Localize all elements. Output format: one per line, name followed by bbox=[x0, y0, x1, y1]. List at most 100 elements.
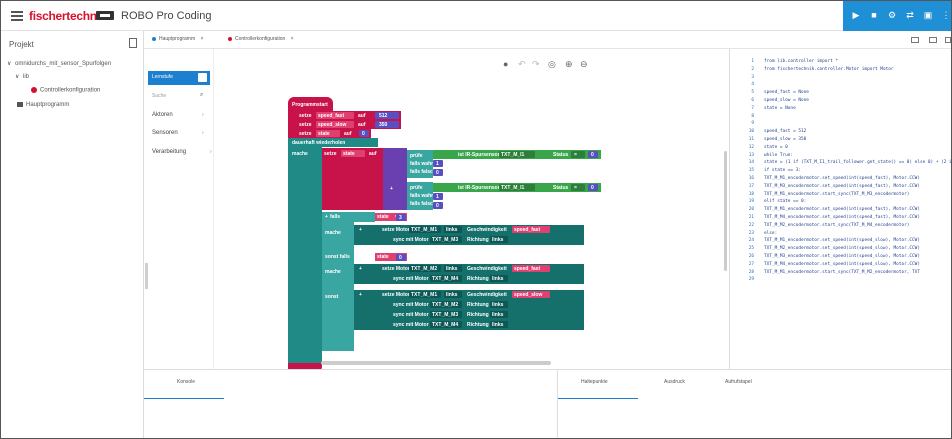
block-label: mache bbox=[325, 230, 341, 236]
gear-icon bbox=[31, 87, 37, 93]
close-icon[interactable]: × bbox=[201, 36, 204, 42]
code-text: else: bbox=[764, 230, 778, 236]
variable-name: speed_fast bbox=[514, 266, 541, 272]
toolbox-search-input[interactable]: Suche bbox=[152, 93, 166, 99]
mutator-plus-icon[interactable]: + bbox=[359, 266, 362, 272]
mutator-plus-icon[interactable]: + bbox=[325, 214, 328, 220]
brand-logo-mark-icon bbox=[96, 11, 114, 20]
number-value: 0 bbox=[362, 131, 365, 137]
zoom-out-icon[interactable]: ⊖ bbox=[580, 59, 588, 70]
close-icon[interactable]: × bbox=[291, 36, 294, 42]
view-code-icon[interactable] bbox=[929, 37, 937, 43]
block-forever-body bbox=[288, 147, 322, 359]
motor-port: TXT_M_M2 bbox=[411, 266, 438, 272]
code-view[interactable]: 1 from lib.controller import * 2 from fisch… bbox=[729, 49, 951, 369]
canvas-horizontal-scrollbar[interactable] bbox=[321, 361, 551, 365]
compare-op: = bbox=[574, 152, 577, 158]
category-aktoren[interactable]: Aktoren › bbox=[152, 112, 204, 118]
code-text: TXT_M_M4_encodermotor.set_speed(int(spee… bbox=[764, 215, 920, 220]
play-icon[interactable]: ▶ bbox=[851, 10, 861, 20]
top-bar: fischertechnik ROBO Pro Coding ▶ ■ ⚙ ⇄ ▣… bbox=[1, 1, 951, 31]
level-selector[interactable]: Lernstufe bbox=[148, 71, 210, 85]
block-label: sync mit Motor bbox=[393, 322, 429, 328]
more-icon[interactable]: ⋮ bbox=[941, 10, 951, 20]
connect-icon[interactable]: ⇄ bbox=[905, 10, 915, 20]
sensor-port: TXT_M_I1 bbox=[501, 185, 525, 191]
hamburger-menu-icon[interactable] bbox=[11, 11, 23, 21]
block-label: setze Motor bbox=[382, 266, 410, 272]
code-text: while True: bbox=[764, 152, 794, 158]
code-text: TXT_M_M4_encodermotor.set_speed(int(spee… bbox=[764, 261, 920, 267]
code-text: speed_fast = 512 bbox=[764, 129, 807, 135]
undo-icon[interactable]: ↶ bbox=[518, 59, 526, 70]
tab-breakpoints[interactable]: Haltepunkte bbox=[581, 379, 608, 385]
motor-port: TXT_M_M4 bbox=[432, 322, 459, 328]
variable-name: speed_slow bbox=[318, 122, 347, 128]
number-value: 0 bbox=[591, 185, 594, 191]
block-label: sync mit Motor bbox=[393, 237, 429, 243]
tab-console[interactable]: Konsole bbox=[177, 379, 195, 385]
tab-label: Controllerkonfiguration bbox=[235, 36, 286, 42]
line-number: 27 bbox=[748, 261, 754, 267]
code-text: if state == 3: bbox=[764, 168, 802, 174]
block-label: Richtung bbox=[467, 302, 489, 308]
line-number: 21 bbox=[748, 215, 754, 220]
code-text: state = None bbox=[764, 105, 796, 111]
block-label: mache bbox=[325, 269, 341, 275]
block-label: setze Motor bbox=[382, 227, 410, 233]
redo-icon[interactable]: ↷ bbox=[532, 59, 540, 70]
project-panel: Projekt ∨ omnidurchs_mit_sensor_Spurfolge… bbox=[1, 31, 144, 438]
tree-item-lib[interactable]: ∨ lib bbox=[15, 73, 29, 80]
level-toggle-icon[interactable] bbox=[198, 73, 207, 82]
category-sensoren[interactable]: Sensoren › bbox=[152, 130, 204, 136]
direction-value: links bbox=[446, 227, 458, 233]
view-split-icon[interactable] bbox=[911, 37, 919, 43]
number-value: 0 bbox=[436, 203, 439, 209]
level-label: Lernstufe bbox=[152, 74, 173, 80]
code-text: elif state == 0: bbox=[764, 199, 807, 205]
settings-gear-icon[interactable]: ⚙ bbox=[887, 10, 897, 20]
tree-item-controller-config[interactable]: Controllerkonfiguration bbox=[31, 87, 100, 94]
tab-controller-config[interactable]: Controllerkonfiguration × bbox=[228, 36, 294, 42]
zoom-in-icon[interactable]: ⊕ bbox=[565, 59, 573, 70]
trash-icon[interactable]: ● bbox=[503, 59, 508, 69]
block-math-add[interactable] bbox=[383, 148, 407, 210]
block-label: ist IR-Spursensor bbox=[458, 152, 500, 158]
block-label: falls wahr bbox=[410, 193, 434, 199]
save-icon[interactable]: ▣ bbox=[923, 10, 933, 20]
motor-port: TXT_M_M3 bbox=[432, 312, 459, 318]
view-blocks-icon[interactable] bbox=[945, 37, 951, 43]
mutator-plus-icon[interactable]: + bbox=[359, 227, 362, 233]
panel-divider[interactable] bbox=[557, 370, 558, 438]
line-number: 9 bbox=[751, 121, 754, 127]
new-file-icon[interactable] bbox=[129, 38, 137, 48]
tab-callstack[interactable]: Aufrufstapel bbox=[725, 379, 752, 385]
search-icon[interactable]: ⌕ bbox=[200, 92, 203, 99]
tree-item-project[interactable]: ∨ omnidurchs_mit_sensor_Spurfolgen bbox=[7, 60, 111, 67]
motor-port: TXT_M_M2 bbox=[432, 302, 459, 308]
tree-label: omnidurchs_mit_sensor_Spurfolgen bbox=[15, 61, 112, 67]
block-if-body bbox=[322, 222, 354, 351]
canvas-vertical-scrollbar[interactable] bbox=[724, 151, 727, 271]
block-label: sonst bbox=[325, 294, 339, 300]
chevron-right-icon: › bbox=[202, 112, 204, 118]
code-text: TXT_M_M2_encodermotor.start_sync(TXT_M_M… bbox=[764, 222, 910, 228]
block-label: dauerhaft wiederholen bbox=[292, 140, 346, 146]
motor-port: TXT_M_M1 bbox=[411, 292, 438, 298]
block-label: Richtung bbox=[467, 276, 489, 282]
tree-item-main-program[interactable]: Hauptprogramm bbox=[17, 102, 69, 108]
tab-main-program[interactable]: Hauptprogramm × bbox=[152, 36, 203, 42]
tab-expression[interactable]: Ausdruck bbox=[664, 379, 685, 385]
line-number: 16 bbox=[748, 176, 754, 181]
center-icon[interactable]: ◎ bbox=[548, 59, 556, 70]
category-label: Verarbeitung bbox=[152, 149, 187, 155]
number-value: 1 bbox=[436, 194, 439, 200]
panel-resize-handle[interactable] bbox=[145, 263, 148, 289]
code-text: TXT_M_M3_encodermotor.set_speed(int(spee… bbox=[764, 183, 920, 189]
step-icon[interactable]: ■ bbox=[869, 10, 879, 20]
block-label: setze bbox=[299, 122, 312, 128]
line-number: 4 bbox=[751, 82, 754, 88]
category-verarbeitung[interactable]: Verarbeitung › bbox=[152, 149, 212, 155]
mutator-plus-icon[interactable]: + bbox=[359, 292, 362, 298]
tree-label: Hauptprogramm bbox=[26, 102, 70, 109]
